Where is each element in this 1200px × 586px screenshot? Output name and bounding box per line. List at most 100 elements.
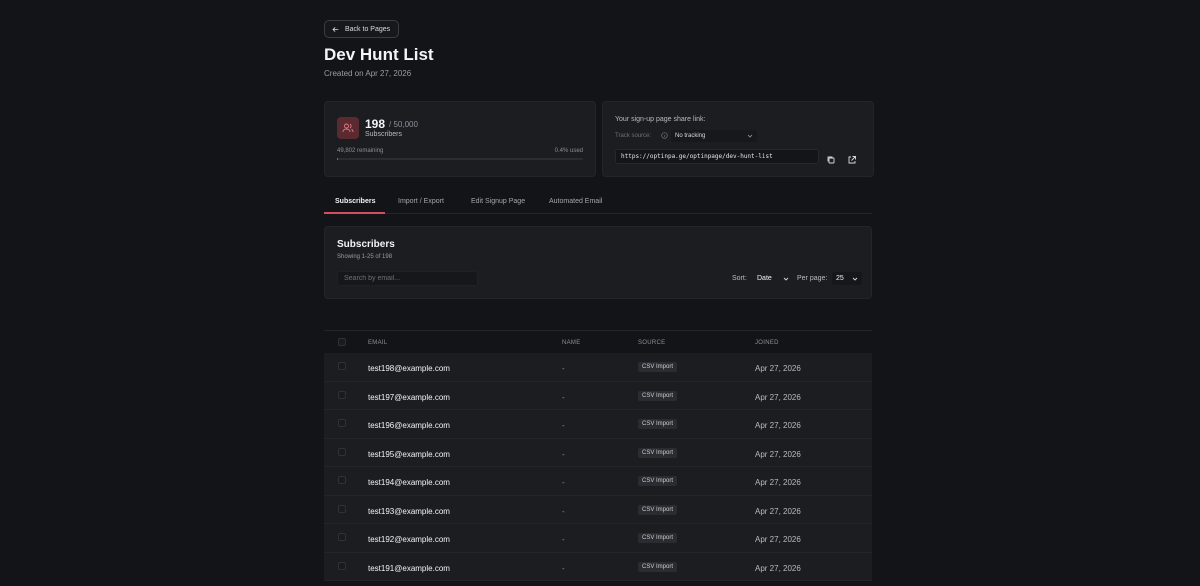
row-checkbox[interactable]	[338, 390, 346, 399]
row-email: test197@example.com	[368, 392, 450, 402]
tab-subscribers[interactable]: Subscribers	[335, 198, 375, 205]
row-checkbox[interactable]	[338, 476, 346, 484]
row-source-badge: CSV Import	[638, 419, 678, 429]
share-link-title: Your sign-up page share link:	[615, 116, 706, 123]
row-name: -	[562, 392, 565, 402]
row-email: test191@example.com	[368, 563, 450, 573]
row-checkbox[interactable]	[338, 419, 346, 427]
column-header-name: NAME	[562, 340, 581, 346]
search-input[interactable]	[337, 271, 478, 286]
copy-icon	[827, 156, 835, 164]
chevron-down-icon	[852, 277, 858, 281]
row-joined-date: Apr 27, 2026	[755, 392, 801, 402]
column-header-email: EMAIL	[368, 340, 388, 346]
usage-progress-bar	[337, 158, 583, 160]
sort-value: Date	[757, 275, 772, 282]
subscribers-table: EMAIL NAME SOURCE JOINED test198@example…	[324, 330, 872, 586]
row-source-badge: CSV Import	[638, 476, 678, 486]
copy-link-button[interactable]	[826, 152, 836, 164]
back-to-pages-label: Back to Pages	[345, 25, 391, 33]
open-link-button[interactable]	[847, 152, 857, 164]
back-to-pages-button[interactable]: Back to Pages	[324, 20, 399, 38]
table-body: test198@example.com - CSV Import Apr 27, 20…	[324, 353, 872, 581]
table-row[interactable]: test193@example.com - CSV Import Apr 27, 20…	[324, 495, 872, 524]
track-source-select[interactable]: No tracking	[671, 130, 757, 142]
row-checkbox[interactable]	[338, 561, 346, 570]
active-tab-indicator	[324, 212, 385, 214]
tab-bar: Subscribers Import / Export Edit Signup …	[324, 194, 872, 214]
row-joined-date: Apr 27, 2026	[755, 421, 801, 430]
track-source-value: No tracking	[675, 133, 706, 139]
row-name: -	[562, 478, 565, 487]
table-header: EMAIL NAME SOURCE JOINED	[324, 331, 872, 353]
row-checkbox[interactable]	[338, 362, 346, 370]
row-joined-date: Apr 27, 2026	[755, 449, 801, 459]
arrow-left-icon	[332, 26, 339, 32]
share-link-card: Your sign-up page share link: Track sour…	[602, 101, 874, 177]
subscribers-heading: Subscribers	[337, 239, 395, 250]
row-source-badge: CSV Import	[638, 533, 678, 543]
row-checkbox[interactable]	[338, 447, 346, 456]
table-row[interactable]: test192@example.com - CSV Import Apr 27, 20…	[324, 524, 872, 553]
table-row[interactable]: test196@example.com - CSV Import Apr 27, 20…	[324, 410, 872, 439]
sort-label: Sort:	[732, 275, 747, 282]
column-header-joined: JOINED	[755, 340, 779, 346]
subscriber-stats-card: 198 / 50,000 Subscribers 49,802 remainin…	[324, 101, 596, 177]
chevron-down-icon	[747, 134, 753, 138]
used-percentage: 0.4% used	[554, 148, 583, 154]
row-joined-date: Apr 27, 2026	[755, 364, 801, 373]
chevron-down-icon	[783, 277, 789, 281]
per-page-value: 25	[836, 275, 844, 282]
row-source-badge: CSV Import	[638, 362, 678, 372]
tab-automated-email[interactable]: Automated Email	[549, 198, 602, 205]
row-name: -	[562, 449, 565, 459]
row-email: test193@example.com	[368, 506, 450, 516]
row-joined-date: Apr 27, 2026	[755, 563, 801, 573]
row-email: test198@example.com	[368, 364, 450, 373]
row-name: -	[562, 364, 565, 373]
row-source-badge: CSV Import	[638, 504, 678, 515]
row-name: -	[562, 421, 565, 430]
column-header-source: SOURCE	[638, 340, 666, 346]
tab-import-export[interactable]: Import / Export	[398, 198, 444, 205]
info-icon	[661, 132, 668, 139]
table-row[interactable]: test197@example.com - CSV Import Apr 27, 20…	[324, 381, 872, 410]
subscriber-count: 198	[365, 117, 386, 131]
table-row[interactable]: test194@example.com - CSV Import Apr 27, 20…	[324, 467, 872, 496]
row-email: test195@example.com	[368, 449, 450, 459]
external-link-icon	[848, 156, 856, 164]
remaining-count: 49,802 remaining	[337, 148, 384, 154]
subscriber-limit: / 50,000	[389, 120, 418, 129]
row-email: test192@example.com	[368, 535, 450, 544]
row-email: test196@example.com	[368, 421, 450, 430]
created-date: Created on Apr 27, 2026	[324, 69, 412, 78]
subscriber-count-label: Subscribers	[365, 131, 402, 138]
row-source-badge: CSV Import	[638, 447, 678, 458]
usage-progress-fill	[337, 158, 338, 160]
per-page-select[interactable]: 25	[832, 272, 862, 285]
subscribers-controls-card: Subscribers Showing 1-25 of 198 Sort: Da…	[324, 226, 872, 299]
table-row[interactable]: test191@example.com - CSV Import Apr 27, 20…	[324, 552, 872, 581]
share-url-field[interactable]: https://optinpa.ge/optinpage/dev-hunt-li…	[615, 149, 819, 164]
row-source-badge: CSV Import	[638, 390, 678, 401]
row-name: -	[562, 506, 565, 516]
row-joined-date: Apr 27, 2026	[755, 478, 801, 487]
table-row[interactable]: test198@example.com - CSV Import Apr 27, 20…	[324, 353, 872, 382]
table-row[interactable]: test195@example.com - CSV Import Apr 27, 20…	[324, 438, 872, 467]
track-source-label: Track source:	[615, 133, 652, 139]
row-source-badge: CSV Import	[638, 561, 678, 572]
users-icon	[337, 117, 359, 139]
select-all-checkbox[interactable]	[338, 338, 346, 346]
page-title: Dev Hunt List	[324, 45, 434, 64]
showing-count: Showing 1-25 of 198	[337, 254, 393, 260]
row-name: -	[562, 563, 565, 573]
row-email: test194@example.com	[368, 478, 450, 487]
row-joined-date: Apr 27, 2026	[755, 535, 801, 544]
row-name: -	[562, 535, 565, 544]
per-page-label: Per page:	[797, 275, 828, 282]
row-checkbox[interactable]	[338, 504, 346, 513]
tab-edit-signup-page[interactable]: Edit Signup Page	[471, 198, 525, 205]
sort-select[interactable]: Date	[755, 272, 791, 285]
row-joined-date: Apr 27, 2026	[755, 506, 801, 516]
row-checkbox[interactable]	[338, 533, 346, 541]
